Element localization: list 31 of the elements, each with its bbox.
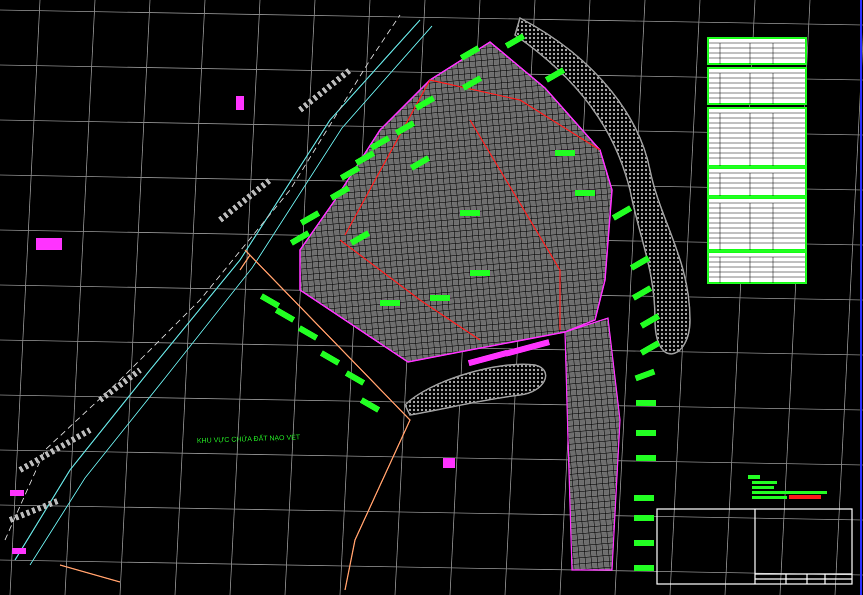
survey-marker [462, 75, 482, 91]
survey-marker [575, 190, 595, 196]
survey-marker [634, 565, 654, 571]
survey-marker [350, 230, 370, 246]
survey-marker [634, 495, 654, 501]
survey-marker [634, 368, 656, 382]
survey-marker [414, 95, 436, 111]
annotation-mark [36, 238, 62, 250]
survey-marker [636, 400, 656, 406]
survey-marker [470, 270, 490, 276]
annotation-mark [443, 458, 455, 468]
annotation-mark [12, 548, 26, 554]
survey-marker [354, 150, 376, 166]
annotation-mark [10, 490, 24, 496]
survey-marker [410, 155, 430, 171]
survey-marker [630, 255, 650, 271]
annotation-mark [468, 350, 508, 366]
survey-marker [380, 300, 400, 306]
survey-marker [544, 67, 566, 83]
survey-marker [555, 150, 575, 156]
survey-marker [430, 295, 450, 301]
survey-marker [636, 430, 656, 436]
survey-marker [634, 540, 654, 546]
annotation-mark [236, 96, 244, 110]
survey-marker [298, 325, 318, 341]
survey-marker [290, 230, 310, 246]
survey-marker [460, 210, 480, 216]
survey-marker [370, 135, 390, 151]
survey-marker [636, 455, 656, 461]
survey-marker [634, 515, 654, 521]
survey-marker [394, 120, 416, 136]
